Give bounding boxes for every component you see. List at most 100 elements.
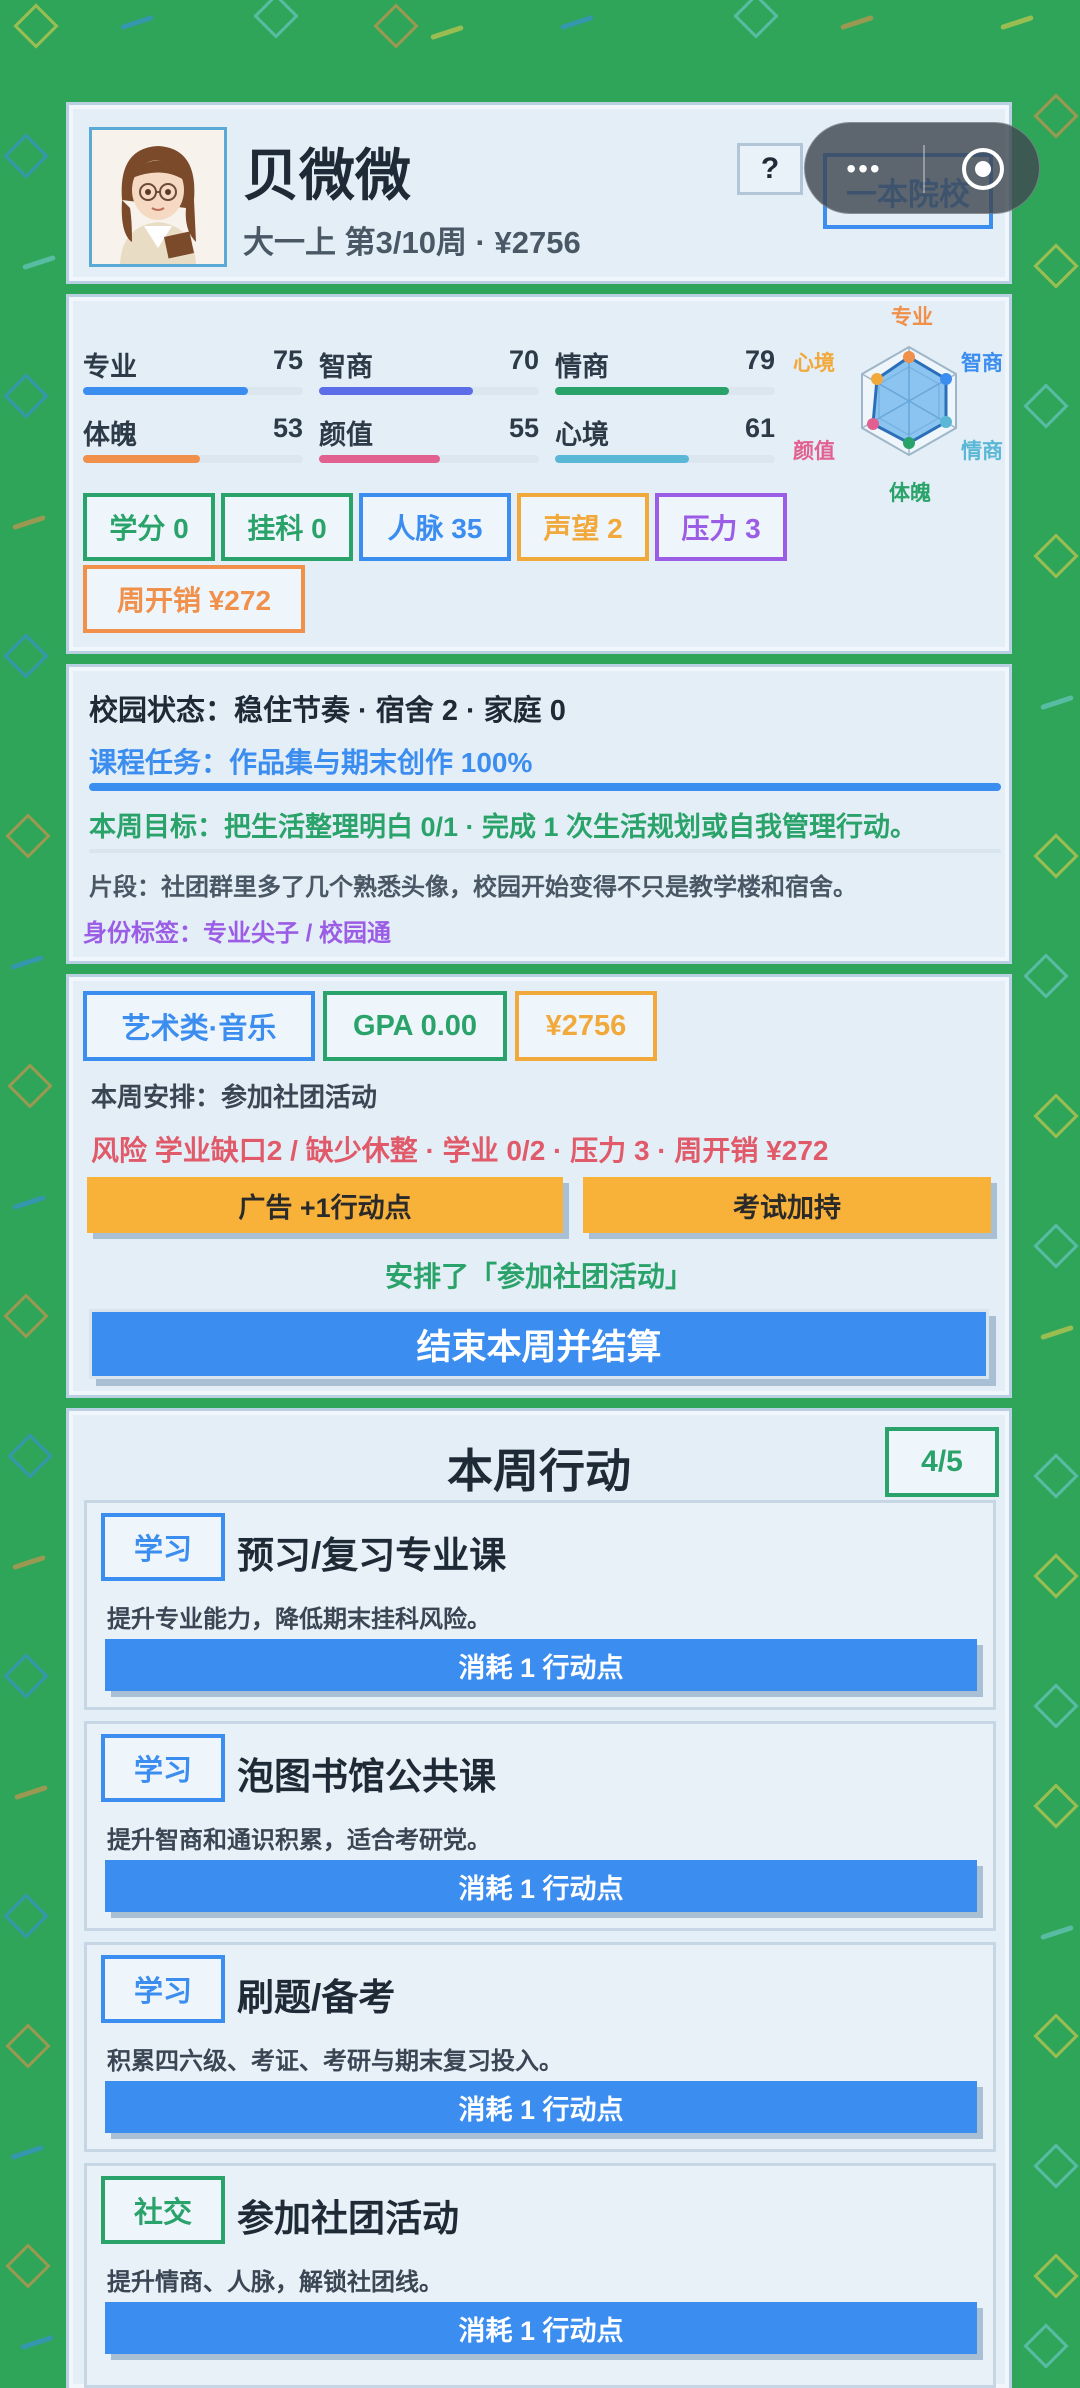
stat-3: 体魄 53 <box>83 413 303 473</box>
decoration-shape <box>1040 1924 1074 1941</box>
stat-2: 情商 79 <box>555 345 775 405</box>
radar-label-major: 专业 <box>891 306 933 329</box>
stat-bar <box>555 387 775 395</box>
decoration-shape <box>1033 1783 1079 1829</box>
action-consume-button[interactable]: 消耗 1 行动点 <box>105 1860 977 1912</box>
target-close-icon <box>962 148 1004 190</box>
stats-panel: 专业 75 智商 70 情商 79 体魄 53 颜值 55 心境 61 专业 智商 情商 体魄 颜值 … <box>66 294 1012 654</box>
stat-bar-fill <box>319 387 473 395</box>
radar-label-looks: 颜值 <box>793 440 835 463</box>
stat-label: 心境 <box>555 420 609 450</box>
action-description: 提升智商和通识积累，适合考研党。 <box>107 1827 491 1854</box>
radar-label-iq: 智商 <box>961 352 1003 375</box>
decoration-shape <box>1023 2323 1069 2369</box>
campus-status: 校园状态：稳住节奏 · 宿舍 2 · 家庭 0 <box>89 695 566 727</box>
ad-action-point-button[interactable]: 广告 +1行动点 <box>87 1177 563 1233</box>
decoration-shape <box>12 514 46 531</box>
action-description: 积累四六级、考证、考研与期末复习投入。 <box>107 2048 563 2075</box>
decoration-shape <box>1033 2143 1079 2189</box>
stat-label: 智商 <box>319 352 373 382</box>
end-week-button[interactable]: 结束本周并结算 <box>89 1309 989 1379</box>
decoration-shape <box>22 254 56 271</box>
decoration-shape <box>10 2144 44 2161</box>
help-button[interactable]: ? <box>737 143 803 195</box>
week-panel: 艺术类·音乐 GPA 0.00 ¥2756 本周安排：参加社团活动 风险 学业缺… <box>66 974 1012 1398</box>
decoration-shape <box>1023 383 1069 429</box>
major-tag: 艺术类·音乐 <box>83 991 315 1061</box>
badge-4: 压力 3 <box>655 493 787 561</box>
action-card: 学习 泡图书馆公共课 提升智商和通识积累，适合考研党。 消耗 1 行动点 <box>84 1721 996 1931</box>
badge-5: 周开销 ¥272 <box>83 565 305 633</box>
action-consume-button[interactable]: 消耗 1 行动点 <box>105 2302 977 2354</box>
decoration-shape <box>253 0 299 39</box>
stat-value: 53 <box>272 413 303 443</box>
action-consume-button[interactable]: 消耗 1 行动点 <box>105 2081 977 2133</box>
stat-bar-fill <box>83 455 200 463</box>
decoration-shape <box>1033 2253 1079 2299</box>
money-tag: ¥2756 <box>515 991 657 1061</box>
stat-1: 智商 70 <box>319 345 539 405</box>
action-card: 学习 刷题/备考 积累四六级、考证、考研与期末复习投入。 消耗 1 行动点 <box>84 1942 996 2152</box>
decoration-shape <box>373 3 419 49</box>
decoration-shape <box>1033 2013 1079 2059</box>
action-title: 参加社团活动 <box>237 2198 459 2239</box>
radar-label-mood: 心境 <box>793 352 835 375</box>
stat-bar-fill <box>83 387 248 395</box>
close-miniprogram-button[interactable] <box>925 123 1041 215</box>
decoration-shape <box>10 954 44 971</box>
stat-bar-fill <box>319 455 440 463</box>
stat-bar <box>319 455 539 463</box>
attribute-radar: 专业 智商 情商 体魄 颜值 心境 <box>793 297 1011 507</box>
decoration-shape <box>1033 1683 1079 1729</box>
decoration-shape <box>120 14 154 31</box>
exam-boost-button[interactable]: 考试加持 <box>583 1177 991 1233</box>
course-progress-fill <box>89 783 1001 791</box>
stat-value: 75 <box>272 345 303 375</box>
action-title: 刷题/备考 <box>237 1977 396 2018</box>
player-subtitle: 大一上 第3/10周 · ¥2756 <box>243 225 581 260</box>
decoration-shape <box>5 813 51 859</box>
more-dots-icon: ••• <box>846 153 882 184</box>
course-progress-bar <box>89 783 1001 791</box>
action-title: 泡图书馆公共课 <box>237 1756 496 1797</box>
decoration-shape <box>3 373 49 419</box>
stat-bar-fill <box>555 455 690 463</box>
actions-title: 本周行动 <box>447 1445 631 1497</box>
decoration-shape <box>1023 953 1069 999</box>
decoration-shape <box>733 0 779 39</box>
decoration-shape <box>1033 1223 1079 1269</box>
decoration-shape <box>1040 694 1074 711</box>
stat-label: 颜值 <box>319 420 373 450</box>
badge-0: 学分 0 <box>83 493 215 561</box>
course-task: 课程任务：作品集与期末创作 100% <box>89 747 533 778</box>
decoration-shape <box>13 3 59 49</box>
stat-value: 55 <box>508 413 539 443</box>
decoration-shape <box>3 133 49 179</box>
badge-1: 挂科 0 <box>221 493 353 561</box>
decoration-shape <box>3 1653 49 1699</box>
action-card: 社交 参加社团活动 提升情商、人脉，解锁社团线。 消耗 1 行动点 <box>84 2163 996 2388</box>
action-category-tag: 学习 <box>101 1513 225 1581</box>
gpa-tag: GPA 0.00 <box>323 991 507 1061</box>
stat-bar-fill <box>555 387 729 395</box>
weekly-goal: 本周目标：把生活整理明白 0/1 · 完成 1 次生活规划或自我管理行动。 <box>89 812 918 842</box>
stat-bar <box>83 387 303 395</box>
stat-label: 情商 <box>555 352 609 382</box>
decoration-shape <box>1033 1553 1079 1599</box>
decoration-shape <box>7 1433 53 1479</box>
decoration-shape <box>430 24 464 41</box>
stat-bar <box>555 455 775 463</box>
action-consume-button[interactable]: 消耗 1 行动点 <box>105 1639 977 1691</box>
badge-2: 人脉 35 <box>359 493 511 561</box>
decoration-shape <box>12 1554 46 1571</box>
action-points-counter: 4/5 <box>885 1427 999 1497</box>
stat-4: 颜值 55 <box>319 413 539 473</box>
decoration-shape <box>12 1194 46 1211</box>
decoration-shape <box>5 2243 51 2289</box>
decoration-shape <box>1000 14 1034 31</box>
goal-divider <box>89 849 1001 853</box>
risk-line: 风险 学业缺口2 / 缺少休整 · 学业 0/2 · 压力 3 · 周开销 ¥2… <box>91 1135 829 1166</box>
action-card: 学习 预习/复习专业课 提升专业能力，降低期末挂科风险。 消耗 1 行动点 <box>84 1500 996 1710</box>
decoration-shape <box>1033 1093 1079 1139</box>
more-menu-button[interactable]: ••• <box>805 123 923 215</box>
